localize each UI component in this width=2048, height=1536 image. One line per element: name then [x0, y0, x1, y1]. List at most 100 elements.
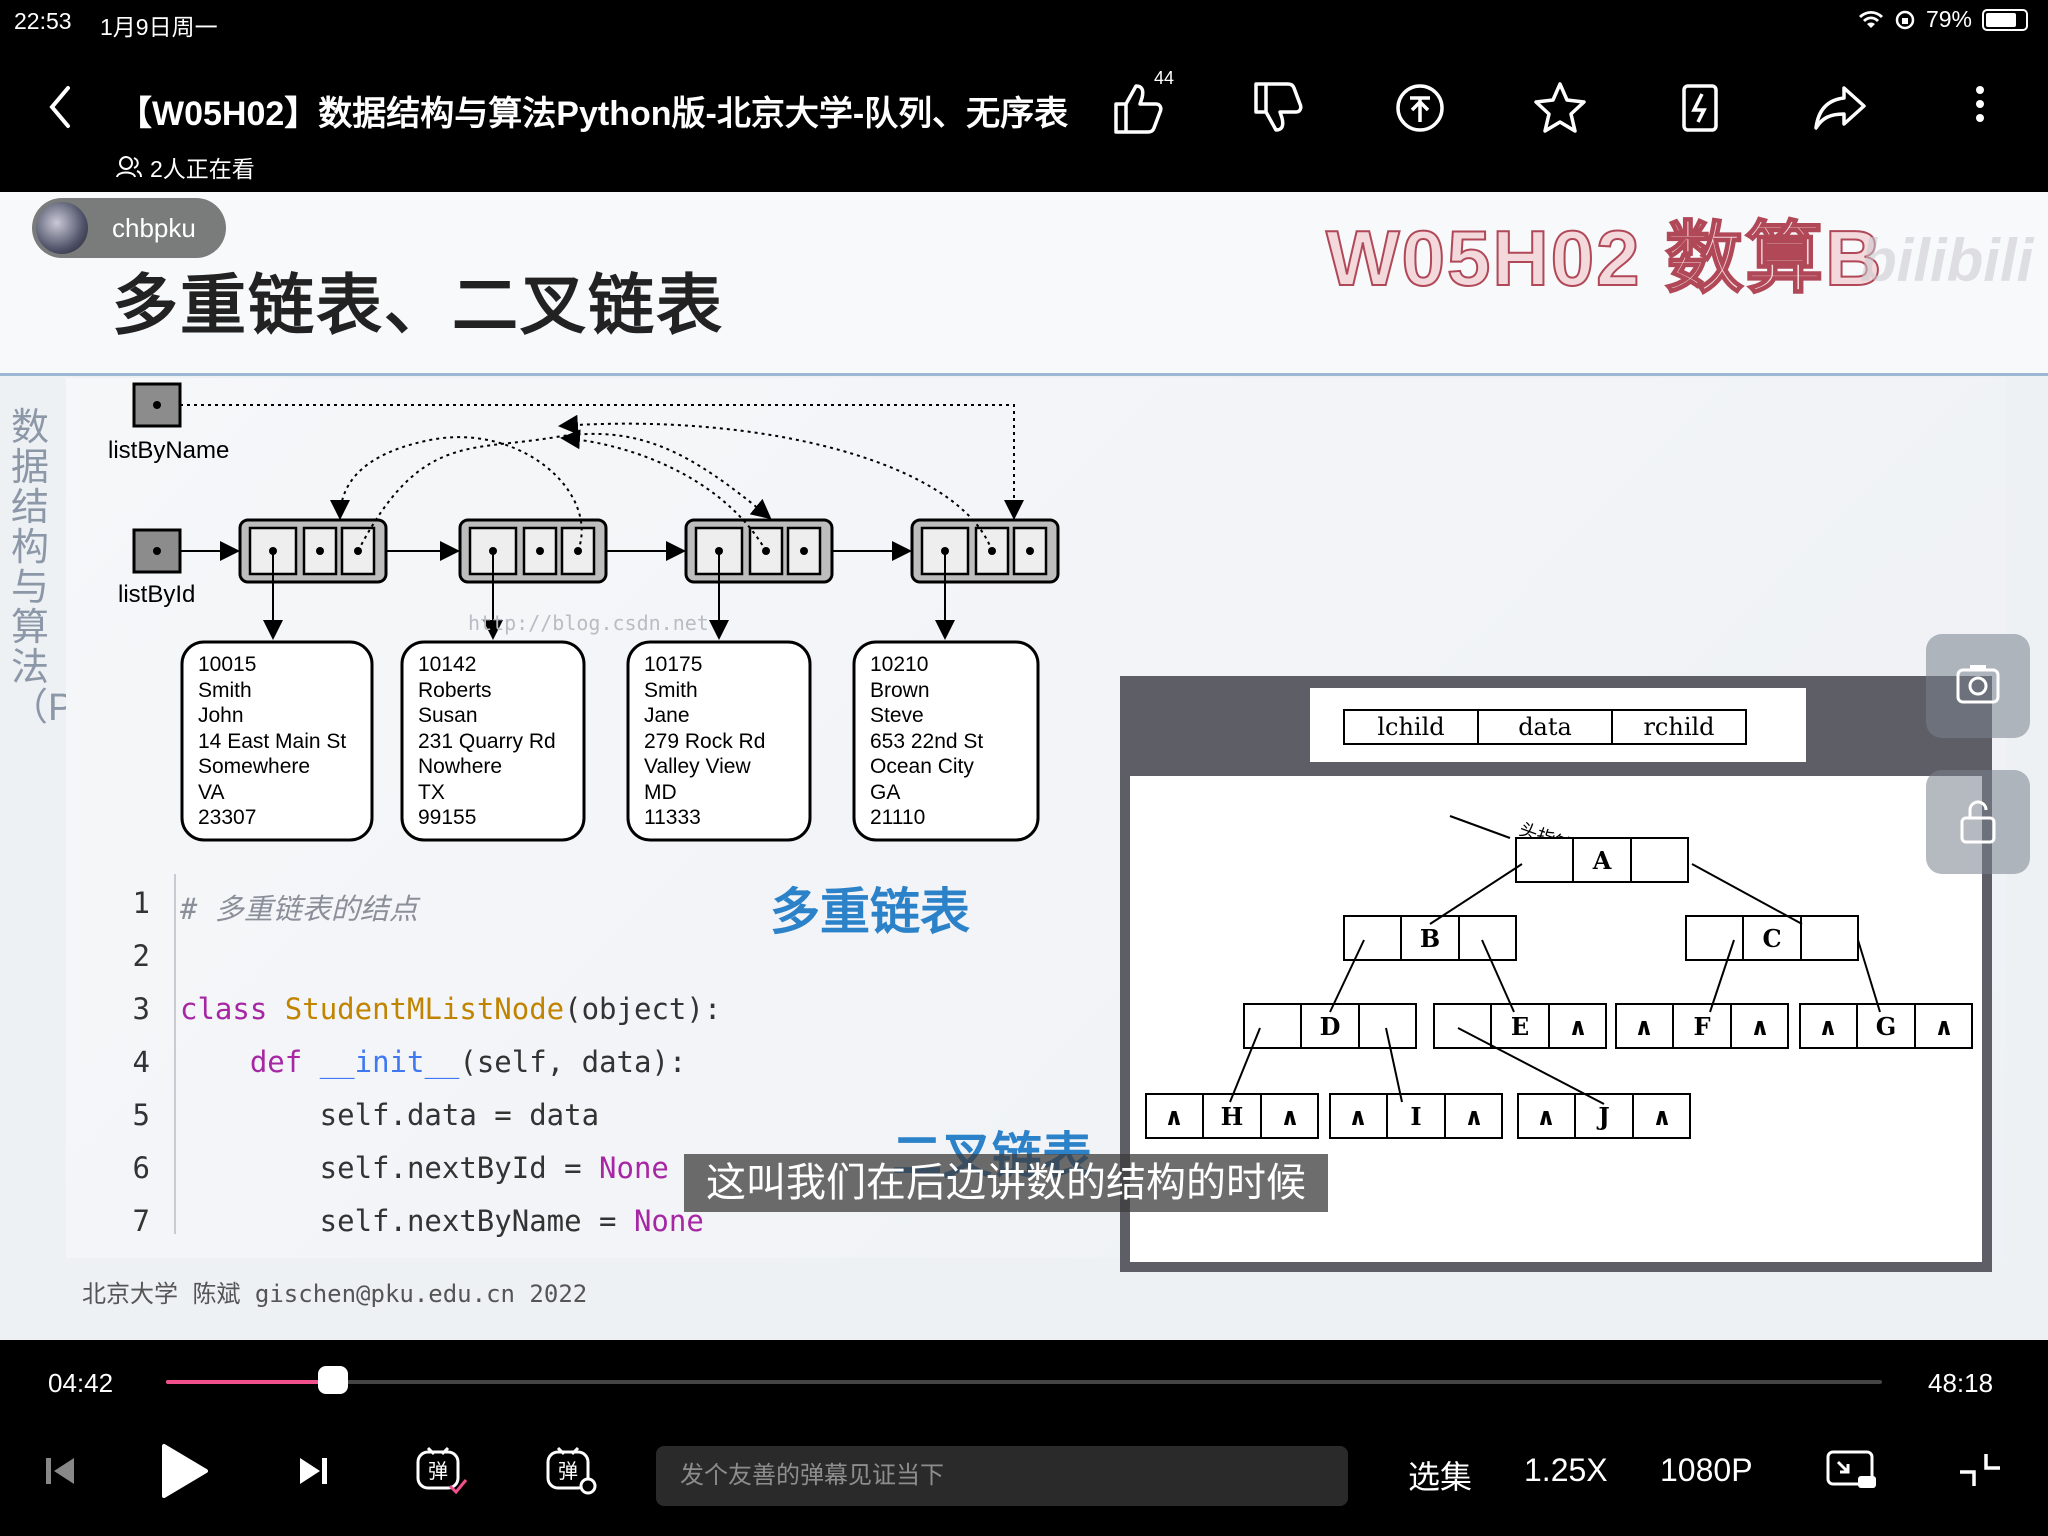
- previous-icon[interactable]: [42, 1440, 78, 1500]
- tree-node-H: H ∧ ∧: [1145, 1093, 1319, 1139]
- status-date: 1月9日周一: [100, 14, 218, 40]
- danmaku-input[interactable]: 发个友善的弹幕见证当下: [656, 1446, 1348, 1506]
- record-field: 10142: [418, 653, 477, 676]
- progress-fill: [166, 1380, 334, 1384]
- record-field: Valley View: [644, 755, 751, 778]
- tree-node-G: G ∧ ∧: [1799, 1003, 1973, 1049]
- tree-node-label: ∧: [1348, 1102, 1368, 1131]
- tree-node-label: J: [1596, 1102, 1609, 1131]
- code-gutter-divider: [174, 874, 176, 1234]
- record-field: 14 East Main St: [198, 729, 347, 753]
- code-line: def __init__(self, data):: [249, 1045, 687, 1079]
- dislike-icon[interactable]: [1246, 76, 1310, 140]
- more-menu-icon[interactable]: [1970, 80, 1990, 140]
- list-by-id-label: listById: [118, 581, 195, 608]
- record-field: John: [198, 704, 244, 727]
- quality-button[interactable]: 1080P: [1660, 1452, 1753, 1489]
- record-field: 10210: [870, 653, 929, 676]
- cast-screen-icon[interactable]: [1824, 1440, 1880, 1500]
- danmaku-toggle-icon[interactable]: 弹: [414, 1440, 470, 1500]
- tree-node-label: ∧: [1652, 1102, 1672, 1131]
- code-line: self.nextByName = None: [180, 1204, 704, 1238]
- total-time: 48:18: [1928, 1368, 1994, 1398]
- tree-node-label: ∧: [1750, 1012, 1770, 1041]
- tree-node-E: E ∧: [1433, 1003, 1607, 1049]
- slide-footer: 北京大学 陈斌 gischen@pku.edu.cn 2022: [82, 1280, 588, 1308]
- record-field: Steve: [870, 704, 924, 727]
- status-right: 79%: [1858, 6, 2028, 33]
- exit-fullscreen-icon[interactable]: [1956, 1440, 2004, 1500]
- record-field: 23307: [198, 806, 257, 829]
- battery-icon: [1982, 8, 2028, 31]
- tree-node-label: ∧: [1634, 1012, 1654, 1041]
- code-line-number: 2: [132, 939, 150, 973]
- tree-node-B: B: [1343, 915, 1517, 961]
- tree-node-label: ∧: [1164, 1102, 1184, 1131]
- svg-text:弹: 弹: [558, 1460, 578, 1483]
- tree-node-label: ∧: [1818, 1012, 1838, 1041]
- record-field: 99155: [418, 806, 477, 829]
- back-icon[interactable]: [40, 82, 80, 132]
- code-line-number: 3: [132, 992, 150, 1026]
- rotation-lock-icon: [1895, 10, 1915, 29]
- share-icon[interactable]: [1808, 76, 1872, 140]
- progress-thumb[interactable]: [318, 1366, 349, 1394]
- coin-icon[interactable]: [1388, 76, 1452, 140]
- progress-track[interactable]: [166, 1366, 1882, 1394]
- code-line-number: 5: [132, 1098, 150, 1132]
- record-field: 279 Rock Rd: [644, 729, 766, 753]
- tree-node-label: A: [1592, 846, 1612, 875]
- tree-node-J: J ∧ ∧: [1517, 1093, 1691, 1139]
- video-watermark: W05H02 数算B: [1325, 213, 1884, 303]
- status-bar: 22:53 1月9日周一 79%: [0, 0, 2048, 40]
- speed-button[interactable]: 1.25X: [1524, 1452, 1608, 1489]
- tree-node-label: ∧: [1280, 1102, 1300, 1131]
- blog-watermark: http://blog.csdn.net: [468, 611, 709, 635]
- list-by-name-label: listByName: [108, 437, 229, 464]
- record-1: 10015 Smith John 14 East Main St Somewhere VA…: [198, 652, 346, 831]
- legend-data: data: [1518, 713, 1572, 741]
- tree-node-A: A: [1515, 837, 1689, 883]
- camera-icon: [1956, 665, 2000, 704]
- record-field: Jane: [644, 704, 690, 727]
- screenshot-button[interactable]: [1926, 634, 2030, 738]
- record-2: 10142 Roberts Susan 231 Quarry Rd Nowhere TX 9…: [418, 652, 556, 831]
- code-line: self.nextById = None: [180, 1151, 669, 1185]
- video-title: 【W05H02】数据结构与算法Python版-北京大学-队列、无序表: [118, 95, 1068, 133]
- svg-text:弹: 弹: [428, 1460, 448, 1483]
- danmaku-settings-icon[interactable]: 弹: [544, 1440, 600, 1500]
- video-top-bar: 【W05H02】数据结构与算法Python版-北京大学-队列、无序表 44 2人…: [0, 40, 2048, 192]
- record-field: 21110: [870, 806, 926, 829]
- tree-node-label: F: [1693, 1012, 1710, 1041]
- video-player[interactable]: 多重链表、二叉链表 W05H02 数算B bilibili chbpku 数据结…: [0, 192, 2048, 1340]
- record-3: 10175 Smith Jane 279 Rock Rd Valley View MD 11…: [644, 652, 765, 831]
- bilibili-watermark: bilibili: [1860, 227, 2034, 294]
- code-line-number: 7: [132, 1204, 150, 1238]
- favorite-star-icon[interactable]: [1528, 76, 1592, 140]
- record-field: 231 Quarry Rd: [418, 729, 556, 753]
- tree-node-I: I ∧ ∧: [1329, 1093, 1503, 1139]
- record-field: 10175: [644, 653, 703, 676]
- lock-screen-button[interactable]: [1926, 770, 2030, 874]
- tree-node-label: ∧: [1464, 1102, 1484, 1131]
- code-line-number: 1: [132, 886, 150, 920]
- record-field: 10015: [198, 653, 257, 676]
- record-field: Smith: [644, 678, 698, 702]
- record-field: Brown: [870, 678, 930, 702]
- episodes-button[interactable]: 选集: [1408, 1452, 1472, 1498]
- current-time: 04:42: [48, 1368, 114, 1398]
- code-line: self.data = data: [180, 1098, 600, 1132]
- record-field: MD: [644, 780, 677, 804]
- multilist-caption: 多重链表: [770, 884, 970, 940]
- next-icon[interactable]: [296, 1440, 332, 1500]
- cache-download-icon[interactable]: [1668, 76, 1732, 140]
- record-4: 10210 Brown Steve 653 22nd St Ocean City GA 21…: [870, 652, 983, 831]
- tree-node-label: B: [1420, 924, 1440, 953]
- wifi-icon: [1858, 10, 1883, 28]
- tree-node-label: C: [1762, 924, 1781, 953]
- record-field: Nowhere: [418, 755, 503, 778]
- viewers-icon: [116, 156, 142, 178]
- record-field: Susan: [418, 704, 478, 727]
- tree-node-label: I: [1410, 1102, 1421, 1131]
- play-icon[interactable]: [156, 1440, 212, 1500]
